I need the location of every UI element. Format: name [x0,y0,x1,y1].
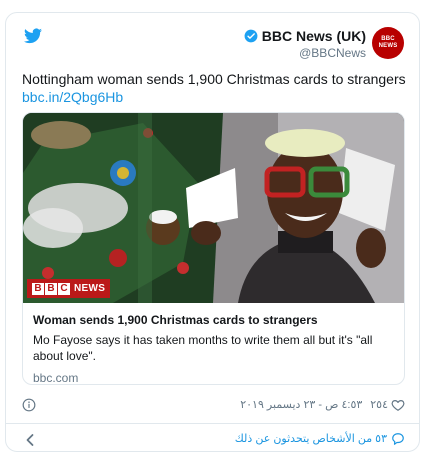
heart-icon [391,400,405,411]
bbc-news-badge: B B C NEWS [27,279,111,298]
twitter-bird-icon[interactable] [24,28,42,44]
chevron-left-icon[interactable] [24,433,36,447]
card-photo [23,113,404,303]
bbc-blocks: B B C [32,282,70,295]
avatar-text-bbc: BBC [381,36,395,42]
avatar-text-news: NEWS [378,43,398,49]
card-body[interactable]: Woman sends 1,900 Christmas cards to str… [23,303,404,385]
bbc-news-word: NEWS [74,283,106,294]
author-text: BBC News (UK) @BBCNews [244,27,366,61]
tweet-timestamp[interactable]: ٤:٥٣ ص - ٢٣ ديسمبر ٢٠١٩ [240,397,362,413]
bbc-block-letter: C [58,282,70,295]
author-block[interactable]: BBC News (UK) @BBCNews BBC NEWS [244,27,404,61]
like-count: ٢٥٤ [370,399,388,411]
tweet-link[interactable]: bbc.in/2Qbg6Hb [22,88,123,106]
tweet-footer-row: ٥٣ من الأشخاص يتحدثون عن ذلك [22,431,405,449]
author-name-row: BBC News (UK) [244,27,366,45]
card-image[interactable]: B B C NEWS [23,113,404,303]
author-handle[interactable]: @BBCNews [299,45,366,61]
meta-right: ٤:٥٣ ص - ٢٣ ديسمبر ٢٠١٩ ٢٥٤ [240,397,405,413]
card-domain: bbc.com [33,371,79,385]
tweet-embed-card: BBC News (UK) @BBCNews BBC NEWS Nottingh… [5,12,420,452]
divider [6,423,419,424]
speech-bubble-icon [392,433,404,445]
bbc-block-letter: B [45,282,57,295]
tweet-text: Nottingham woman sends 1,900 Christmas c… [22,71,406,87]
like-button[interactable]: ٢٥٤ [370,397,405,413]
author-name[interactable]: BBC News (UK) [262,27,366,45]
conversation-link[interactable]: ٥٣ من الأشخاص يتحدثون عن ذلك [235,431,405,447]
bbc-block-letter: B [32,282,44,295]
tweet-meta-row: ٤:٥٣ ص - ٢٣ ديسمبر ٢٠١٩ ٢٥٤ [22,397,405,415]
conversation-text[interactable]: ٥٣ من الأشخاص يتحدثون عن ذلك [235,431,387,447]
link-preview-card[interactable]: B B C NEWS Woman sends 1,900 Christmas c… [22,112,405,385]
info-icon[interactable] [22,398,36,412]
verified-badge-icon [244,29,258,43]
card-title[interactable]: Woman sends 1,900 Christmas cards to str… [33,312,396,328]
avatar[interactable]: BBC NEWS [372,27,404,59]
card-description: Mo Fayose says it has taken months to wr… [33,333,373,363]
